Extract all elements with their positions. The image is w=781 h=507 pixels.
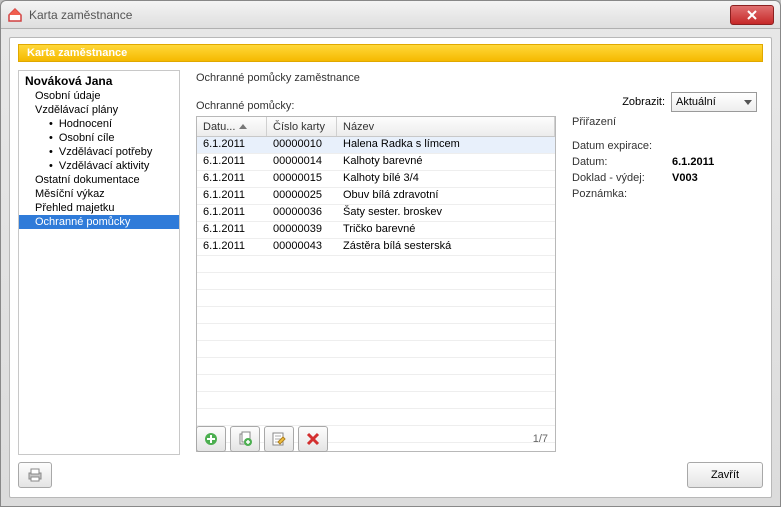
toolbar: 1/7 — [196, 423, 556, 455]
detail-panel: Přiřazení Datum expirace:Datum:6.1.2011D… — [568, 116, 757, 202]
cell: 6.1.2011 — [197, 188, 267, 204]
window: Karta zaměstnance Karta zaměstnance Nová… — [0, 0, 781, 507]
close-form-button[interactable]: Zavřít — [687, 462, 763, 488]
sidebar: Nováková JanaOsobní údajeVzdělávací plán… — [18, 70, 180, 455]
close-icon — [747, 10, 757, 20]
table-row[interactable]: 6.1.201100000039Tričko barevné — [197, 222, 555, 239]
cell: 00000039 — [267, 222, 337, 238]
edit-button[interactable] — [264, 426, 294, 452]
detail-label: Poznámka: — [572, 188, 672, 200]
detail-title: Přiřazení — [568, 116, 757, 128]
delete-icon — [305, 431, 321, 447]
app-icon — [7, 7, 23, 23]
cell: Šaty sester. broskev — [337, 205, 555, 221]
detail-row: Doklad - výdej:V003 — [568, 170, 757, 186]
table-row-empty — [197, 256, 555, 273]
table-row[interactable]: 6.1.201100000036Šaty sester. broskev — [197, 205, 555, 222]
zobrazit-label: Zobrazit: — [622, 96, 665, 108]
col-card[interactable]: Číslo karty — [267, 117, 337, 136]
cell: 00000010 — [267, 137, 337, 153]
tree-item[interactable]: Osobní údaje — [19, 89, 179, 103]
zobrazit-value: Aktuální — [676, 96, 716, 108]
add-icon — [203, 431, 219, 447]
tree-item[interactable]: Přehled majetku — [19, 201, 179, 215]
cell: 00000025 — [267, 188, 337, 204]
table-row-empty — [197, 273, 555, 290]
main-panel: Ochranné pomůcky zaměstnance Zobrazit: A… — [188, 70, 763, 455]
tree-item[interactable]: Hodnocení — [19, 117, 179, 131]
table-row-empty — [197, 307, 555, 324]
tree-item[interactable]: Vzdělávací aktivity — [19, 159, 179, 173]
print-icon — [26, 467, 44, 483]
table-row[interactable]: 6.1.201100000025Obuv bílá zdravotní — [197, 188, 555, 205]
table-row-empty — [197, 375, 555, 392]
cell: Kalhoty bílé 3/4 — [337, 171, 555, 187]
add-copy-button[interactable] — [230, 426, 260, 452]
tree-item[interactable]: Měsíční výkaz — [19, 187, 179, 201]
table-subtitle: Ochranné pomůcky: — [196, 100, 294, 112]
table-header: Datu... Číslo karty Název — [197, 117, 555, 137]
edit-icon — [271, 431, 287, 447]
detail-value: V003 — [672, 172, 698, 184]
cell: Tričko barevné — [337, 222, 555, 238]
tree-item[interactable]: Vzdělávací plány — [19, 103, 179, 117]
table-row-empty — [197, 392, 555, 409]
cell: 6.1.2011 — [197, 154, 267, 170]
footer: Zavřít — [18, 459, 763, 491]
table-row-empty — [197, 358, 555, 375]
table-body: 6.1.201100000010Halena Radka s límcem6.1… — [197, 137, 555, 443]
cell: 6.1.2011 — [197, 239, 267, 255]
cell: Zástěra bílá sesterská — [337, 239, 555, 255]
cell: 6.1.2011 — [197, 222, 267, 238]
window-title: Karta zaměstnance — [29, 8, 132, 22]
cell: Kalhoty barevné — [337, 154, 555, 170]
table-row-empty — [197, 341, 555, 358]
cell: 00000015 — [267, 171, 337, 187]
cell: 6.1.2011 — [197, 137, 267, 153]
cell: Obuv bílá zdravotní — [337, 188, 555, 204]
table-row-empty — [197, 290, 555, 307]
add-copy-icon — [237, 431, 253, 447]
cell: 00000014 — [267, 154, 337, 170]
pager: 1/7 — [533, 433, 548, 445]
table-row[interactable]: 6.1.201100000014Kalhoty barevné — [197, 154, 555, 171]
form-body: Karta zaměstnance Nováková JanaOsobní úd… — [9, 37, 772, 498]
print-button[interactable] — [18, 462, 52, 488]
nav-tree: Nováková JanaOsobní údajeVzdělávací plán… — [19, 71, 179, 231]
detail-label: Datum: — [572, 156, 672, 168]
table: Datu... Číslo karty Název 6.1.2011000000… — [196, 116, 556, 452]
add-button[interactable] — [196, 426, 226, 452]
delete-button[interactable] — [298, 426, 328, 452]
tree-item[interactable]: Ostatní dokumentace — [19, 173, 179, 187]
cell: 6.1.2011 — [197, 205, 267, 221]
col-name[interactable]: Název — [337, 117, 555, 136]
col-date[interactable]: Datu... — [197, 117, 267, 136]
filter-row: Zobrazit: Aktuální — [622, 92, 757, 112]
zobrazit-combo[interactable]: Aktuální — [671, 92, 757, 112]
tree-root[interactable]: Nováková Jana — [19, 73, 179, 89]
chevron-down-icon — [744, 100, 752, 105]
tree-item[interactable]: Osobní cíle — [19, 131, 179, 145]
form-header: Karta zaměstnance — [18, 44, 763, 62]
titlebar: Karta zaměstnance — [1, 1, 780, 29]
detail-label: Datum expirace: — [572, 140, 672, 152]
detail-row: Poznámka: — [568, 186, 757, 202]
detail-label: Doklad - výdej: — [572, 172, 672, 184]
detail-value: 6.1.2011 — [672, 156, 714, 168]
window-close-button[interactable] — [730, 5, 774, 25]
tree-item[interactable]: Ochranné pomůcky — [19, 215, 179, 229]
table-row[interactable]: 6.1.201100000010Halena Radka s límcem — [197, 137, 555, 154]
cell: 00000036 — [267, 205, 337, 221]
table-row[interactable]: 6.1.201100000015Kalhoty bílé 3/4 — [197, 171, 555, 188]
cell: 6.1.2011 — [197, 171, 267, 187]
cell: 00000043 — [267, 239, 337, 255]
table-row-empty — [197, 324, 555, 341]
tree-item[interactable]: Vzdělávací potřeby — [19, 145, 179, 159]
detail-row: Datum expirace: — [568, 138, 757, 154]
table-row[interactable]: 6.1.201100000043Zástěra bílá sesterská — [197, 239, 555, 256]
cell: Halena Radka s límcem — [337, 137, 555, 153]
detail-row: Datum:6.1.2011 — [568, 154, 757, 170]
